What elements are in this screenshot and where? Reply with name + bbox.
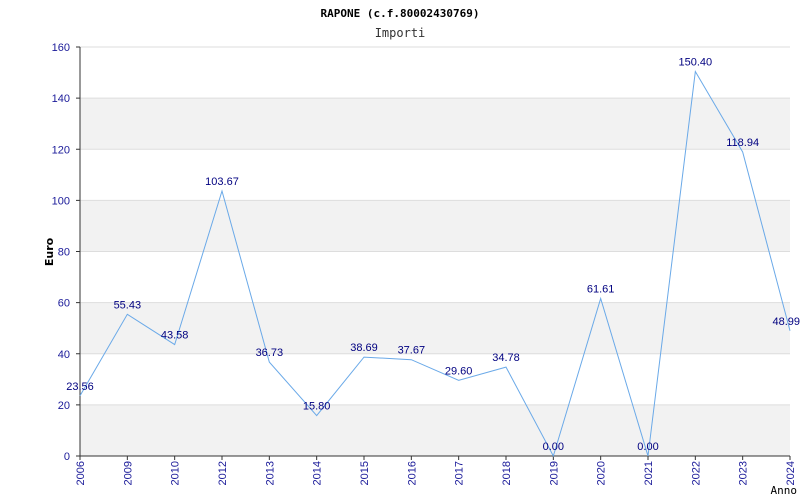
x-tick-label-2019: 2019 xyxy=(548,461,560,485)
y-tick-label-20: 20 xyxy=(58,400,70,412)
y-tick-label-0: 0 xyxy=(64,451,70,463)
chart-svg: 020406080100120140160 2006 2009 2010 2012 20… xyxy=(43,7,800,497)
band-120 xyxy=(80,98,790,150)
y-axis-label: Euro xyxy=(43,237,56,266)
data-label-2016: 37.67 xyxy=(398,345,426,357)
band-0 xyxy=(80,404,790,456)
x-tick-labels: 2006 2009 2010 2012 2013 2014 2015 2016 2017 2018… xyxy=(75,461,797,485)
chart-title: RAPONE (c.f.80002430769) xyxy=(321,7,480,20)
data-label-2018: 34.78 xyxy=(492,352,520,364)
line-chart: 0 20 40 60 80 100 120 140 160 2006 2009 2010 2012 20… xyxy=(0,0,800,500)
x-axis-label: Anno xyxy=(771,484,798,497)
x-tick-label-2017: 2017 xyxy=(454,461,466,485)
data-label-2017: 29.60 xyxy=(445,365,473,377)
data-label-2019: 0.00 xyxy=(543,441,564,453)
x-tick-label-2015: 2015 xyxy=(359,461,371,485)
x-tick-label-2006: 2006 xyxy=(75,461,87,485)
x-tick-label-2016: 2016 xyxy=(406,461,418,485)
x-tick-label-2012: 2012 xyxy=(217,461,229,485)
x-tick-label-2014: 2014 xyxy=(312,461,324,485)
data-label-2022: 150.40 xyxy=(679,57,713,69)
y-tick-label-40: 40 xyxy=(58,349,70,361)
y-tick-label-80: 80 xyxy=(58,247,70,259)
x-tick-label-2023: 2023 xyxy=(738,461,750,485)
data-label-2012: 103.67 xyxy=(205,176,239,188)
x-tick-label-2018: 2018 xyxy=(501,461,513,485)
data-label-2024: 48.99 xyxy=(772,316,800,328)
data-label-2020: 61.61 xyxy=(587,284,615,296)
x-tick-label-2009: 2009 xyxy=(122,461,134,485)
background-bands xyxy=(80,98,790,456)
x-tick-label-2020: 2020 xyxy=(596,461,608,485)
y-tick-label-160: 160 xyxy=(52,42,70,54)
x-tick-label-2021: 2021 xyxy=(643,461,655,485)
y-tick-label-120: 120 xyxy=(52,144,70,156)
x-tick-label-2024: 2024 xyxy=(785,461,797,485)
y-tick-label-100: 100 xyxy=(52,195,70,207)
data-label-2009: 55.43 xyxy=(114,299,142,311)
x-tick-label-2010: 2010 xyxy=(170,461,182,485)
chart-subtitle: Importi xyxy=(375,26,426,40)
data-label-2015: 38.69 xyxy=(350,342,378,354)
data-label-2014: 15.80 xyxy=(303,401,331,413)
band-80 xyxy=(80,200,790,252)
y-tick-label-60: 60 xyxy=(58,298,70,310)
data-label-2006: 23.56 xyxy=(66,381,94,393)
x-tick-label-2013: 2013 xyxy=(264,461,276,485)
band-40 xyxy=(80,302,790,354)
data-label-2023: 118.94 xyxy=(726,137,759,149)
x-tick-label-2022: 2022 xyxy=(690,461,702,485)
y-tick-label-140: 140 xyxy=(52,93,70,105)
data-label-2021: 0.00 xyxy=(637,441,658,453)
data-label-2013: 36.73 xyxy=(256,347,284,359)
data-label-2010: 43.58 xyxy=(161,330,189,342)
